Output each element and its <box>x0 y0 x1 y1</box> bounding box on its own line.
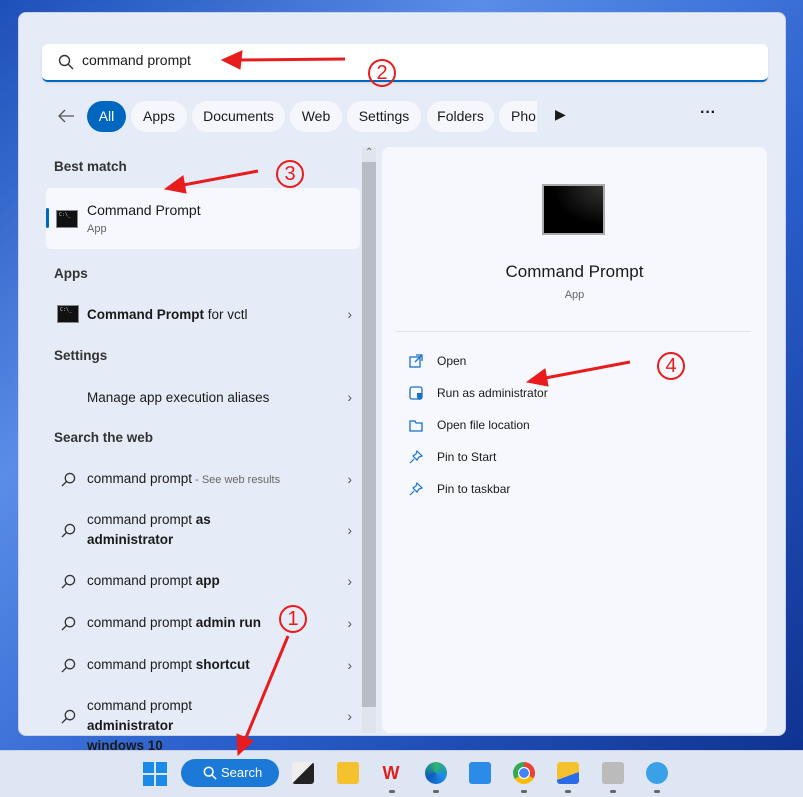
annotation-number: 4 <box>657 352 685 380</box>
annotation-arrow <box>177 169 259 188</box>
annotation-number: 3 <box>276 160 304 188</box>
annotation-arrowhead <box>220 50 243 70</box>
annotation-number: 1 <box>279 605 307 633</box>
annotation-arrows <box>163 50 631 757</box>
annotation-arrowhead <box>163 175 187 194</box>
annotation-number: 2 <box>368 59 396 87</box>
annotation-arrow <box>234 57 346 62</box>
annotation-arrowhead <box>236 733 254 757</box>
annotation-arrow <box>539 360 631 381</box>
annotation-arrow <box>243 635 290 741</box>
annotation-arrowhead <box>525 368 549 387</box>
